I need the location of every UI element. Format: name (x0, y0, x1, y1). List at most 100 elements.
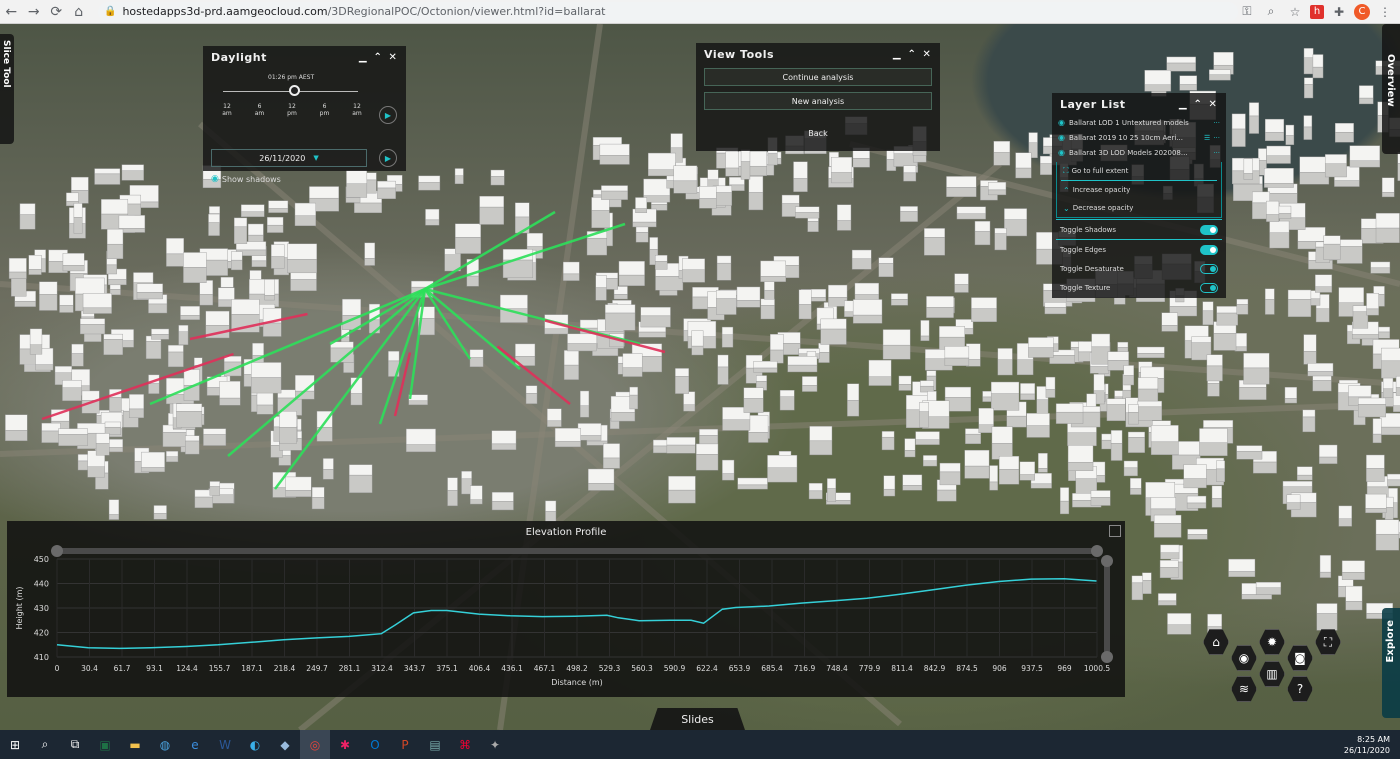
app-icon[interactable]: ◆ (270, 730, 300, 759)
building (883, 475, 896, 497)
url-host: hostedapps3d-prd.aamgeocloud.com (122, 5, 328, 18)
time-slider-handle[interactable] (289, 85, 300, 96)
toggle-shadows[interactable]: Toggle Shadows (1052, 220, 1226, 239)
building (1090, 490, 1111, 506)
key-icon[interactable]: ⚿ (1238, 3, 1256, 21)
internet-explorer-icon[interactable]: e (180, 730, 210, 759)
eye-icon[interactable]: ◉ (1058, 148, 1065, 157)
close-icon[interactable]: ✕ (388, 52, 398, 63)
building (469, 349, 484, 367)
minimize-icon[interactable]: ▁ (358, 52, 368, 63)
powerpoint-icon[interactable]: P (390, 730, 420, 759)
close-icon[interactable]: ✕ (1208, 99, 1218, 110)
explore-tab[interactable]: Explore (1382, 608, 1400, 718)
slack-icon[interactable]: ✱ (330, 730, 360, 759)
vertical-handle-bottom[interactable] (1101, 651, 1113, 663)
clock-time: 8:25 AM (1357, 734, 1390, 744)
building (1285, 124, 1295, 145)
date-picker[interactable]: 26/11/2020 ▼ (211, 149, 367, 167)
slides-tab[interactable]: Slides (650, 708, 745, 730)
menu-kebab-icon[interactable]: ⋮ (1376, 3, 1394, 21)
network-icon[interactable]: ▤ (420, 730, 450, 759)
map-viewport[interactable]: Slice Tool Overview Explore Daylight ▁ ⌃… (0, 24, 1400, 730)
word-icon[interactable]: W (210, 730, 240, 759)
app-globe-icon[interactable]: ◍ (150, 730, 180, 759)
eye-icon[interactable]: ◉ (1058, 118, 1065, 127)
more-icon[interactable]: ··· (1213, 149, 1220, 157)
range-handle-right[interactable] (1091, 545, 1103, 557)
range-scrubber[interactable] (57, 548, 1097, 554)
profile-avatar[interactable]: C (1354, 3, 1370, 20)
play-time-button[interactable]: ▶ (379, 106, 397, 124)
layer-item[interactable]: ◉ Ballarat 2019 10 25 10cm Aeri... ☰ ··· (1052, 130, 1226, 145)
building (455, 223, 481, 254)
home-browser-icon[interactable]: ⌂ (68, 1, 91, 23)
increase-opacity-action[interactable]: ⌃ Increase opacity (1057, 181, 1221, 199)
minimize-icon[interactable]: ▁ (892, 49, 902, 60)
building (1137, 346, 1165, 358)
task-view-icon[interactable]: ⧉ (60, 730, 90, 759)
expand-icon[interactable] (1109, 525, 1121, 537)
toggle-edges[interactable]: Toggle Edges (1052, 240, 1226, 259)
more-icon[interactable]: ··· (1213, 134, 1220, 142)
toggle-switch[interactable] (1200, 263, 1218, 274)
toggle-texture[interactable]: Toggle Texture (1052, 278, 1226, 297)
chrome-icon[interactable]: ◎ (300, 730, 330, 759)
building (878, 257, 894, 278)
forward-icon[interactable]: → (23, 1, 46, 23)
reload-icon[interactable]: ⟳ (45, 1, 68, 23)
go-to-full-extent-action[interactable]: ⛶ Go to full extent (1057, 162, 1221, 180)
play-date-button[interactable]: ▶ (379, 149, 397, 167)
slice-tool-tab[interactable]: Slice Tool (0, 34, 14, 144)
close-icon[interactable]: ✕ (922, 49, 932, 60)
range-handle-left[interactable] (51, 545, 63, 557)
toggle-switch[interactable] (1200, 282, 1218, 293)
puzzle-icon[interactable]: ✚ (1330, 3, 1348, 21)
toggle-switch[interactable] (1200, 224, 1218, 235)
building (1310, 290, 1321, 306)
zoom-icon[interactable]: ⌕ (1262, 3, 1280, 21)
collapse-icon[interactable]: ⌃ (1193, 99, 1203, 110)
vertical-handle-top[interactable] (1101, 555, 1113, 567)
layer-item[interactable]: ◉ Ballarat LOD 1 Untextured models ··· (1052, 115, 1226, 130)
bookmark-star-icon[interactable]: ☆ (1286, 3, 1304, 21)
minimize-icon[interactable]: ▁ (1178, 99, 1188, 110)
windows-start-icon[interactable]: ⊞ (0, 730, 30, 759)
app-tool-icon[interactable]: ✦ (480, 730, 510, 759)
building (1366, 293, 1379, 316)
extension-icon[interactable]: h (1310, 4, 1324, 19)
file-explorer-icon[interactable]: ▬ (120, 730, 150, 759)
back-button[interactable]: Back (704, 124, 932, 142)
building (490, 169, 505, 186)
toggle-desaturate[interactable]: Toggle Desaturate (1052, 259, 1226, 278)
overview-tab[interactable]: Overview (1382, 24, 1400, 154)
toggle-switch[interactable] (1200, 244, 1218, 255)
show-shadows-toggle[interactable]: ◉ Show shadows (211, 174, 281, 184)
edge-icon[interactable]: ◐ (240, 730, 270, 759)
address-bar[interactable]: 🔒 hostedapps3d-prd.aamgeocloud.com/3DReg… (98, 1, 1238, 22)
acrobat-icon[interactable]: ⌘ (450, 730, 480, 759)
building (1336, 239, 1363, 264)
building (1249, 102, 1260, 134)
elevation-chart[interactable]: 450 440 430 420 410 0 30.4 61.7 93.1 124.4 155.7 18… (7, 521, 1125, 697)
building (946, 176, 977, 197)
new-analysis-button[interactable]: New analysis (704, 92, 932, 110)
more-icon[interactable]: ··· (1213, 119, 1220, 127)
building (1060, 487, 1070, 515)
collapse-icon[interactable]: ⌃ (373, 52, 383, 63)
building (1303, 334, 1317, 365)
building (1335, 123, 1354, 143)
back-icon[interactable]: ← (0, 1, 23, 23)
layer-item[interactable]: ◉ Ballarat 3D LOD Models 202008... ··· (1052, 145, 1226, 160)
eye-icon[interactable]: ◉ (1058, 133, 1065, 142)
excel-icon[interactable]: ▣ (90, 730, 120, 759)
vertical-scrubber[interactable] (1104, 559, 1110, 659)
continue-analysis-button[interactable]: Continue analysis (704, 68, 932, 86)
list-icon[interactable]: ☰ (1204, 134, 1210, 142)
decrease-opacity-action[interactable]: ⌄ Decrease opacity (1057, 199, 1221, 217)
collapse-icon[interactable]: ⌃ (907, 49, 917, 60)
outlook-icon[interactable]: O (360, 730, 390, 759)
building (1161, 312, 1178, 332)
search-icon[interactable]: ⌕ (30, 730, 60, 759)
system-clock[interactable]: 8:25 AM 26/11/2020 (1344, 734, 1390, 756)
